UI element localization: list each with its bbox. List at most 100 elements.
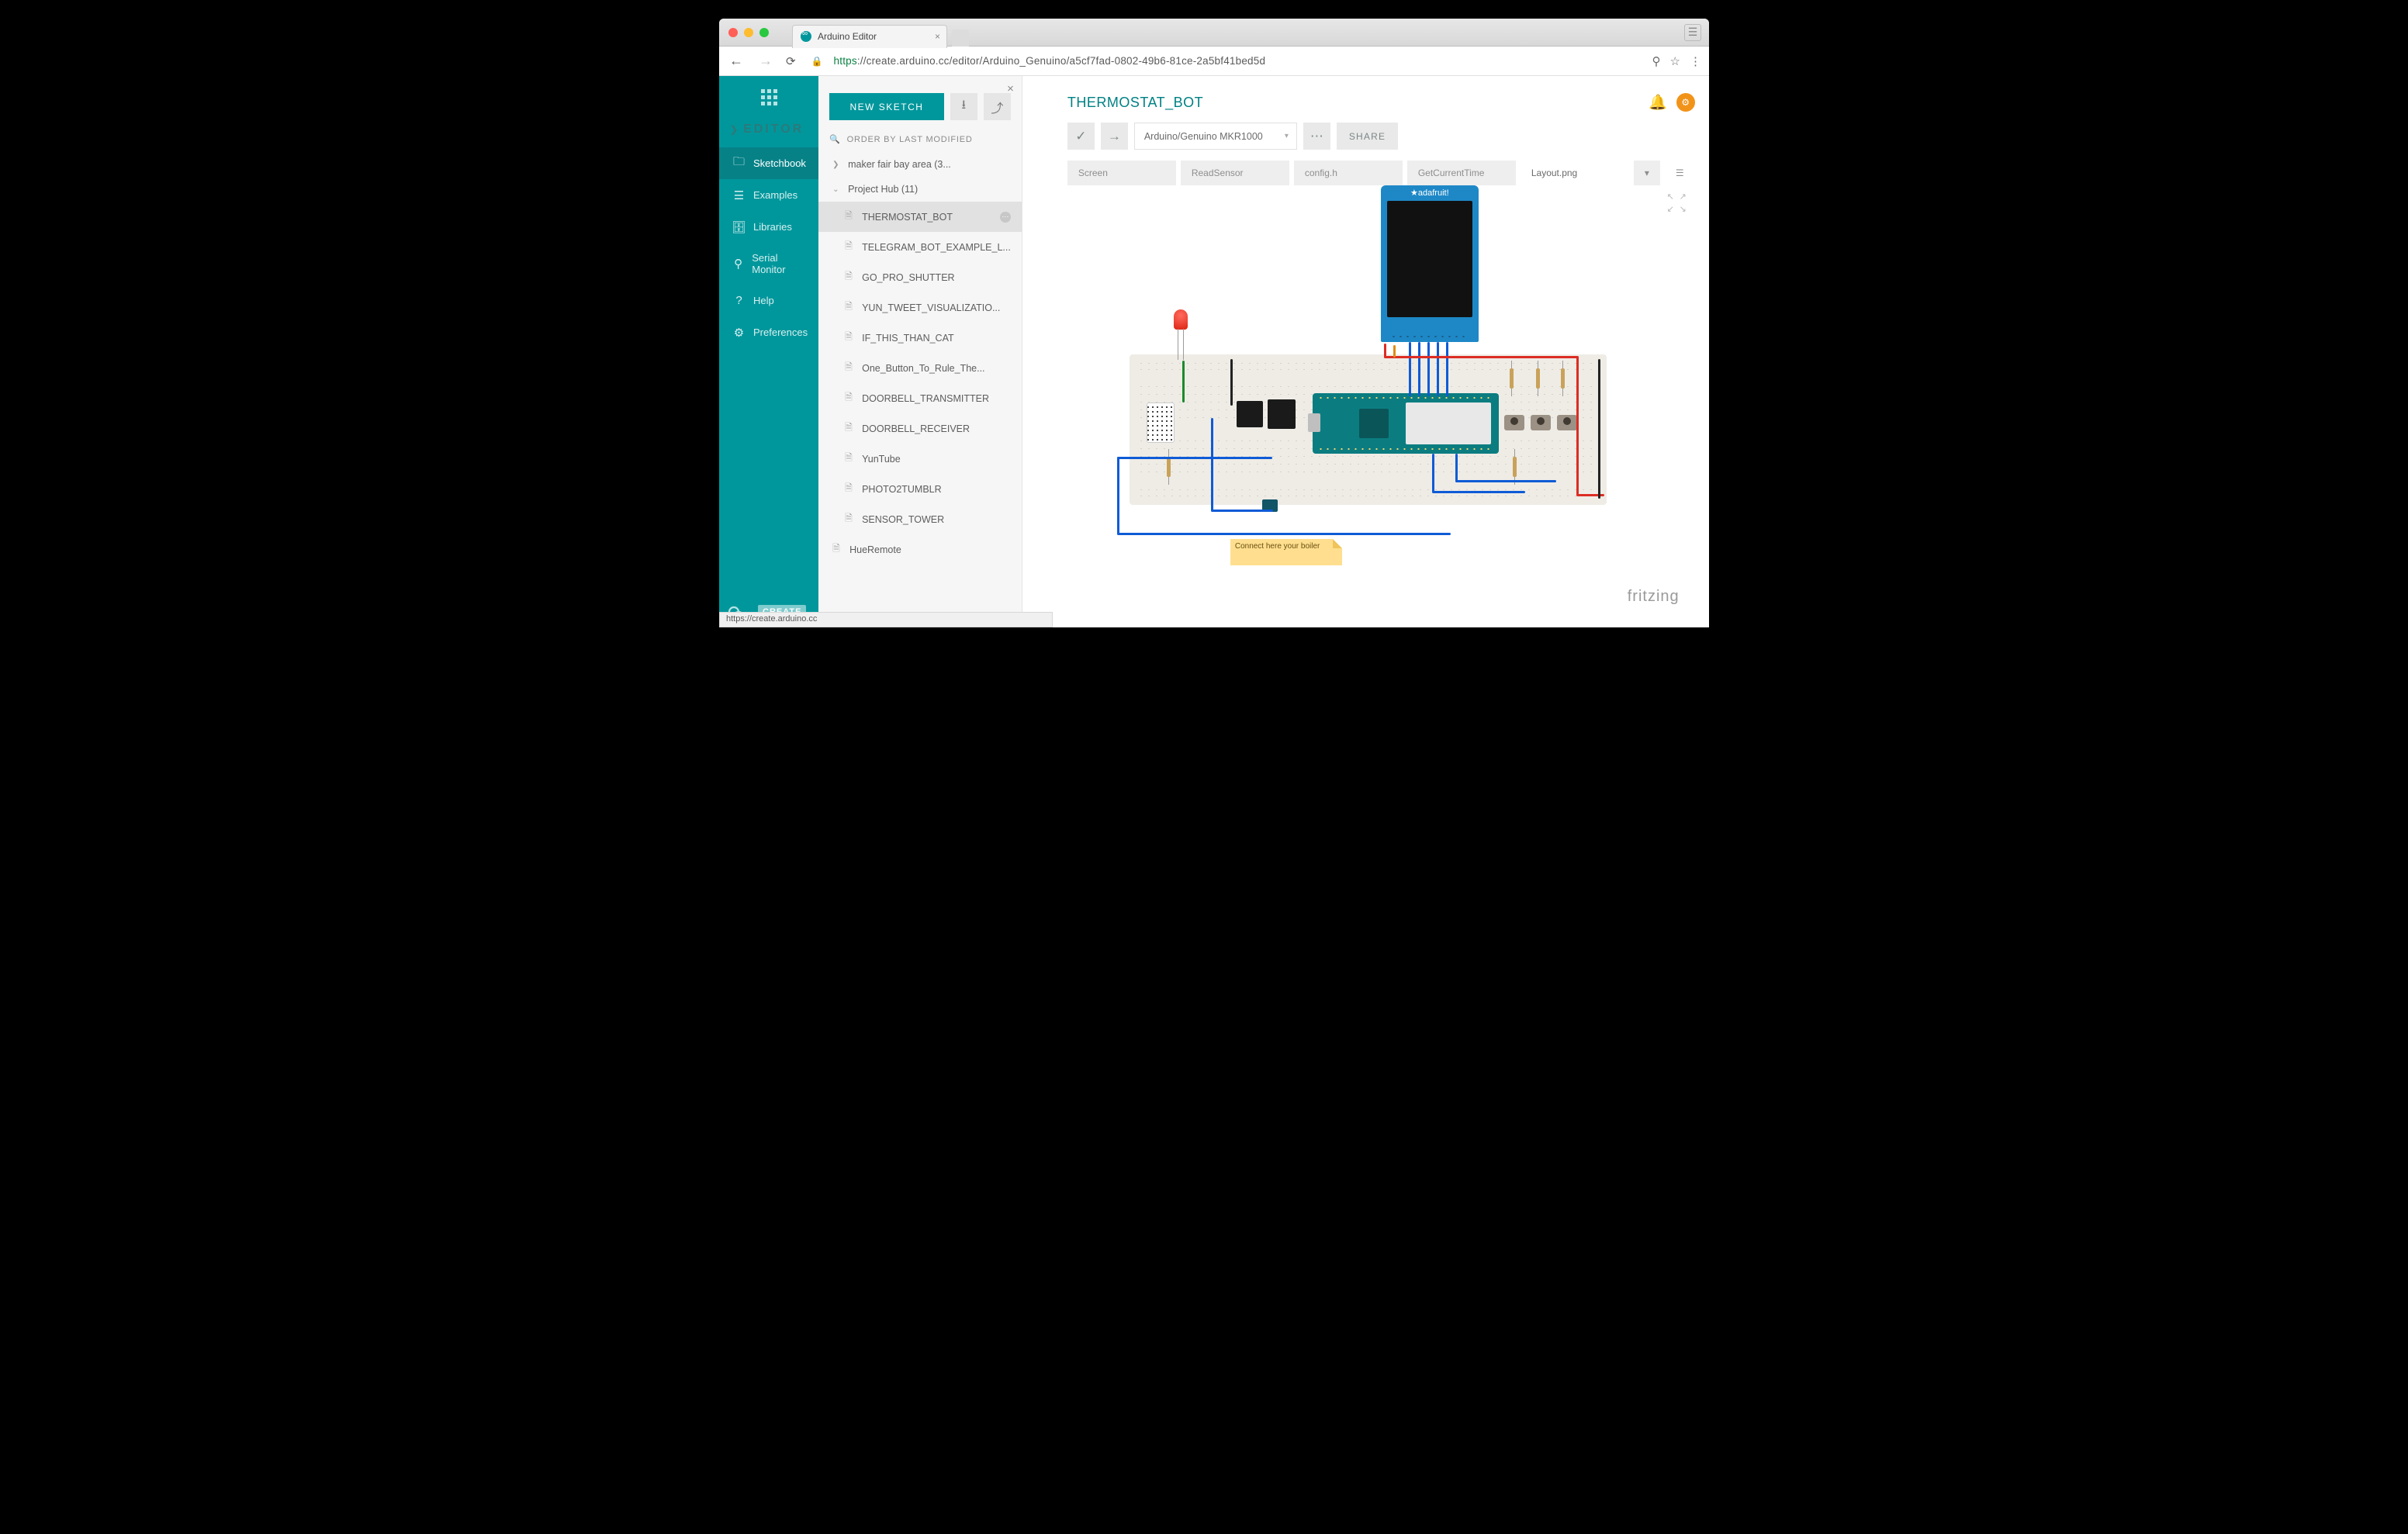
notifications-icon[interactable]: 🔔 bbox=[1649, 93, 1667, 112]
export-sketch-button[interactable]: ⤴ bbox=[984, 93, 1011, 120]
file-tab-label: ReadSensor bbox=[1192, 168, 1244, 178]
verify-button[interactable]: ✓ bbox=[1067, 123, 1095, 150]
close-tab-icon[interactable]: × bbox=[935, 31, 940, 42]
tree-sketch-label: DOORBELL_TRANSMITTER bbox=[862, 393, 989, 404]
file-icon: 🗎 bbox=[845, 420, 854, 437]
tree-folder[interactable]: ⌄Project Hub (11) bbox=[818, 177, 1022, 202]
sidebar-item-libraries[interactable]: 🗄Libraries bbox=[719, 211, 818, 243]
export-icon: ⤴ bbox=[991, 98, 1003, 116]
status-bar: https://create.arduino.cc bbox=[719, 612, 1053, 627]
tree-sketch[interactable]: 🗎PHOTO2TUMBLR bbox=[818, 474, 1022, 504]
tree-sketch[interactable]: 🗎 GO_PRO_SHUTTER bbox=[818, 262, 1022, 292]
tree-sketch-label: SENSOR_TOWER bbox=[862, 514, 944, 525]
import-sketch-button[interactable]: ⭳ bbox=[950, 93, 977, 120]
close-window-button[interactable] bbox=[728, 28, 738, 37]
board-select-label: Arduino/Genuino MKR1000 bbox=[1144, 131, 1263, 142]
sketchbook-panel: × NEW SKETCH ⭳ ⤴ 🔍 ORDER BY LAST MODIFIE… bbox=[818, 76, 1022, 627]
browser-tab[interactable]: Arduino Editor × bbox=[792, 25, 947, 48]
more-actions-button[interactable]: ⋯ bbox=[1303, 123, 1330, 150]
magnify-icon: ⚲ bbox=[732, 257, 744, 271]
tree-sketch-label: GO_PRO_SHUTTER bbox=[862, 272, 954, 283]
address-bar: ← → ⟳ 🔒 https://create.arduino.cc/editor… bbox=[719, 47, 1709, 76]
tabs-menu-button[interactable]: ☰ bbox=[1665, 161, 1695, 185]
wire bbox=[1455, 454, 1458, 482]
file-tab[interactable]: GetCurrentTime bbox=[1407, 161, 1516, 185]
wire bbox=[1384, 356, 1578, 358]
tree-sketch-label: IF_THIS_THAN_CAT bbox=[862, 333, 954, 344]
nav-forward-icon[interactable]: → bbox=[756, 53, 775, 69]
nav-back-icon[interactable]: ← bbox=[727, 53, 746, 69]
file-tab[interactable]: Screen bbox=[1067, 161, 1176, 185]
chrome-profile-button[interactable]: ☰ bbox=[1684, 24, 1701, 41]
file-icon: 🗎 bbox=[845, 360, 854, 376]
tree-sketch[interactable]: 🗎YUN_TWEET_VISUALIZATIO... bbox=[818, 292, 1022, 323]
file-tabs: Screen ReadSensor config.h GetCurrentTim… bbox=[1022, 161, 1709, 185]
site-info-icon[interactable]: ⚲ bbox=[1652, 54, 1661, 68]
fullscreen-toggle[interactable]: ↖↗↙↘ bbox=[1667, 192, 1690, 215]
project-title: THERMOSTAT_BOT bbox=[1067, 95, 1203, 111]
tree-folder-label: maker fair bay area (3... bbox=[848, 159, 951, 170]
chrome-menu-icon[interactable]: ⋮ bbox=[1690, 54, 1701, 68]
arduino-create-app: ❯ EDITOR 🗀Sketchbook ☰Examples 🗄Librarie… bbox=[719, 76, 1709, 627]
sidebar-item-help[interactable]: ?Help bbox=[719, 285, 818, 316]
tree-sketch[interactable]: 🗎IF_THIS_THAN_CAT bbox=[818, 323, 1022, 353]
wire bbox=[1393, 345, 1396, 358]
editor-toolbar: ✓ → Arduino/Genuino MKR1000 ⋯ SHARE bbox=[1022, 118, 1709, 161]
tree-sketch[interactable]: 🗎HueRemote bbox=[818, 534, 1022, 565]
sidebar-item-preferences[interactable]: ⚙Preferences bbox=[719, 316, 818, 348]
bookmark-star-icon[interactable]: ☆ bbox=[1670, 54, 1680, 68]
url-scheme: https bbox=[834, 55, 857, 67]
sort-order[interactable]: 🔍 ORDER BY LAST MODIFIED bbox=[818, 131, 1022, 152]
sidebar-item-serial-monitor[interactable]: ⚲Serial Monitor bbox=[719, 243, 818, 285]
file-tab-label: GetCurrentTime bbox=[1418, 168, 1485, 178]
share-button[interactable]: SHARE bbox=[1337, 123, 1398, 150]
sidebar-item-examples[interactable]: ☰Examples bbox=[719, 179, 818, 211]
file-tab[interactable]: ReadSensor bbox=[1181, 161, 1289, 185]
tree-sketch[interactable]: 🗎 One_Button_To_Rule_The... bbox=[818, 353, 1022, 383]
user-avatar[interactable]: ⚙ bbox=[1676, 93, 1695, 112]
editor-label: EDITOR bbox=[743, 123, 804, 136]
tree-sketch-label: One_Button_To_Rule_The... bbox=[862, 363, 984, 374]
file-tab-active[interactable]: Layout.png bbox=[1521, 161, 1629, 185]
panel-close-icon[interactable]: × bbox=[1007, 82, 1014, 95]
list-icon: ☰ bbox=[1676, 168, 1684, 178]
sketch-options-icon[interactable]: ⋯ bbox=[1000, 212, 1011, 223]
sidebar-item-label: Examples bbox=[753, 189, 797, 201]
display-brand-label: ★adafruit! bbox=[1381, 188, 1479, 198]
file-icon: 🗎 bbox=[845, 481, 854, 497]
ellipsis-icon: ⋯ bbox=[1310, 129, 1323, 144]
url-field[interactable]: https://create.arduino.cc/editor/Arduino… bbox=[834, 55, 1642, 67]
file-icon: 🗎 bbox=[845, 269, 854, 285]
file-icon: 🗎 bbox=[845, 299, 854, 316]
reload-icon[interactable]: ⟳ bbox=[786, 54, 796, 68]
file-tab[interactable]: config.h bbox=[1294, 161, 1403, 185]
minimize-window-button[interactable] bbox=[744, 28, 753, 37]
apps-grid-button[interactable] bbox=[719, 76, 818, 118]
browser-tab-title: Arduino Editor bbox=[818, 31, 877, 42]
wire bbox=[1182, 361, 1185, 403]
tabs-overflow-button[interactable]: ▾ bbox=[1634, 161, 1660, 185]
wire bbox=[1117, 457, 1119, 534]
tree-sketch-label: DOORBELL_RECEIVER bbox=[862, 423, 970, 434]
tree-sketch[interactable]: 🗎TELEGRAM_BOT_EXAMPLE_L... bbox=[818, 232, 1022, 262]
tree-folder[interactable]: ❯maker fair bay area (3... bbox=[818, 152, 1022, 177]
browser-tab-bar: Arduino Editor × ☰ bbox=[719, 19, 1709, 47]
push-button bbox=[1504, 415, 1524, 430]
tree-sketch[interactable]: 🗎DOORBELL_TRANSMITTER bbox=[818, 383, 1022, 413]
sidebar-item-sketchbook[interactable]: 🗀Sketchbook bbox=[719, 147, 818, 179]
zoom-window-button[interactable] bbox=[759, 28, 769, 37]
tree-sketch-selected[interactable]: 🗎THERMOSTAT_BOT⋯ bbox=[818, 202, 1022, 232]
tree-sketch[interactable]: 🗎SENSOR_TOWER bbox=[818, 504, 1022, 534]
favicon-icon bbox=[801, 31, 811, 42]
wire bbox=[1432, 491, 1525, 493]
upload-button[interactable]: → bbox=[1101, 123, 1128, 150]
new-sketch-button[interactable]: NEW SKETCH bbox=[829, 93, 944, 120]
resistor bbox=[1536, 368, 1540, 389]
wire bbox=[1409, 342, 1411, 396]
tree-sketch[interactable]: 🗎YunTube bbox=[818, 444, 1022, 474]
wire bbox=[1598, 359, 1600, 499]
sidebar-item-label: Sketchbook bbox=[753, 157, 806, 169]
board-select[interactable]: Arduino/Genuino MKR1000 bbox=[1134, 123, 1297, 150]
new-tab-button[interactable] bbox=[952, 29, 969, 47]
tree-sketch[interactable]: 🗎 DOORBELL_RECEIVER bbox=[818, 413, 1022, 444]
